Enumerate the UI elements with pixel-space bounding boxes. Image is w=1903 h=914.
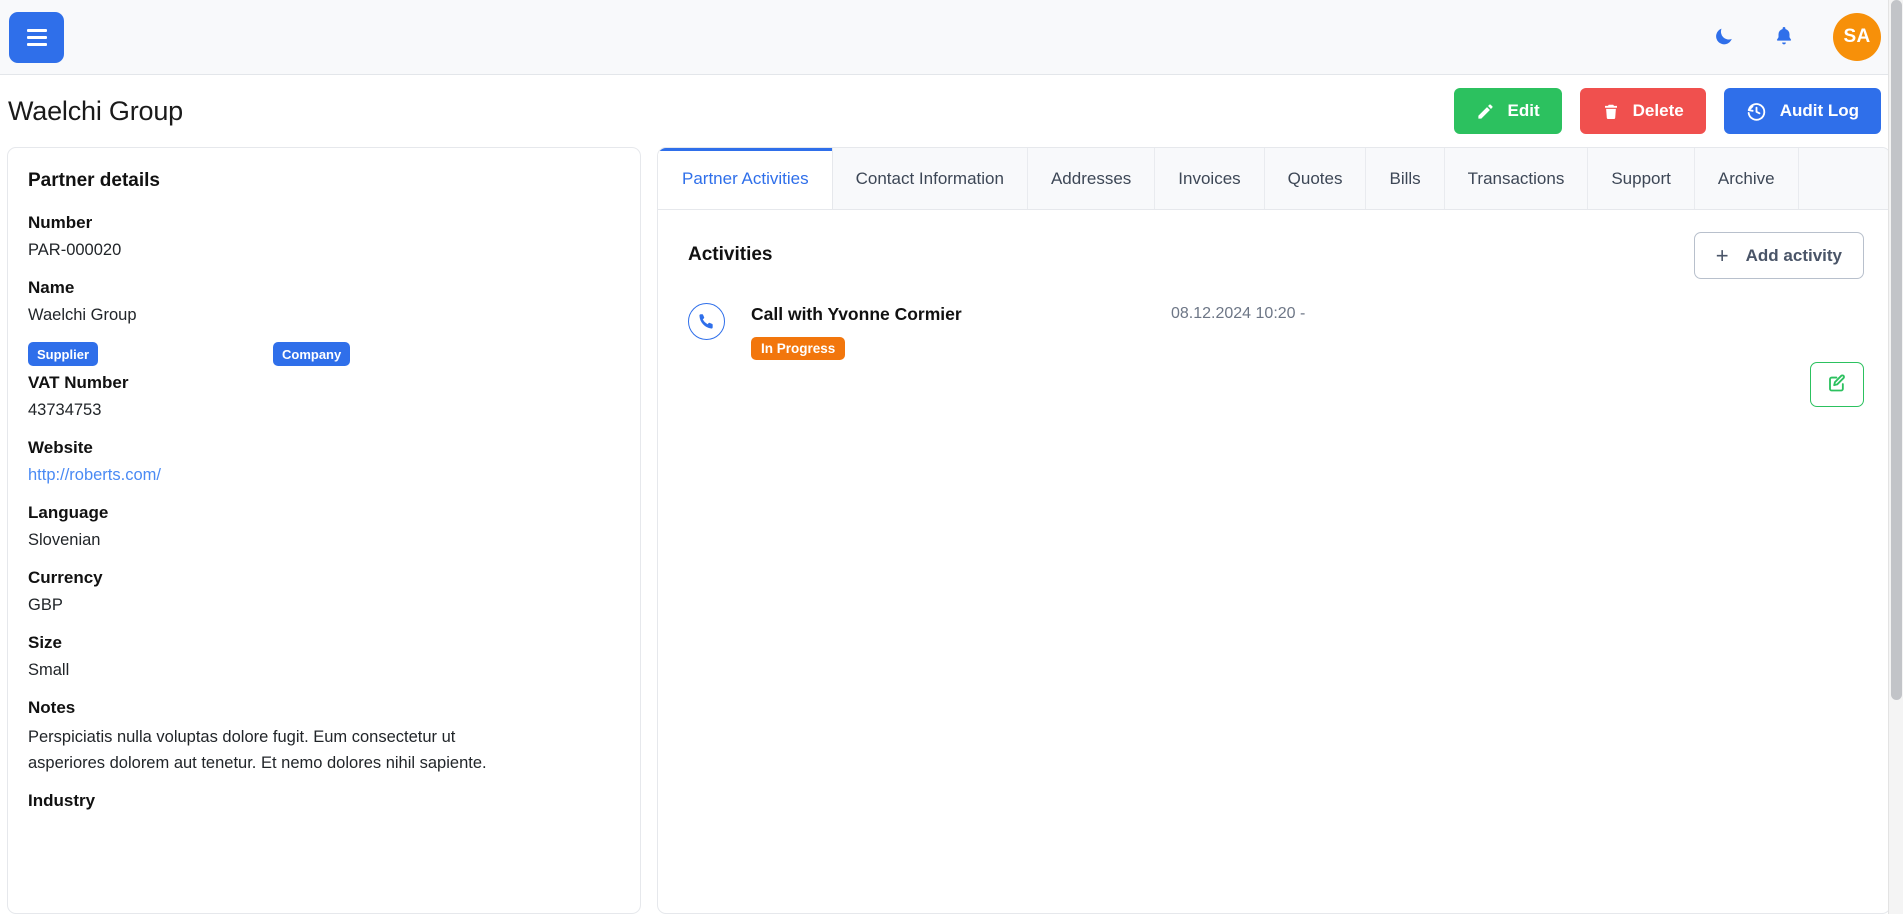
activity-list-item[interactable]: Call with Yvonne Cormier In Progress 08.… bbox=[688, 299, 1864, 409]
hamburger-icon bbox=[27, 29, 47, 46]
activities-panel: Activities + Add activity Call with Yvon… bbox=[658, 210, 1890, 913]
badge-company: Company bbox=[273, 342, 350, 366]
field-vat-number-value: 43734753 bbox=[28, 399, 620, 423]
field-language: Language Slovenian bbox=[28, 502, 620, 553]
field-vat-number: VAT Number 43734753 bbox=[28, 372, 620, 423]
page-action-buttons: Edit Delete Audit Log bbox=[1454, 88, 1881, 134]
tab-contact-information-label: Contact Information bbox=[856, 169, 1004, 189]
tab-addresses[interactable]: Addresses bbox=[1028, 148, 1155, 209]
tab-transactions[interactable]: Transactions bbox=[1445, 148, 1589, 209]
theme-toggle-button[interactable] bbox=[1713, 25, 1735, 50]
field-notes: Notes Perspiciatis nulla voluptas dolore… bbox=[28, 697, 620, 776]
field-name-value: Waelchi Group bbox=[28, 304, 620, 328]
tab-support-label: Support bbox=[1611, 169, 1671, 189]
topnav-right-group: SA bbox=[1713, 13, 1881, 61]
history-icon bbox=[1746, 101, 1767, 122]
field-notes-value: Perspiciatis nulla voluptas dolore fugit… bbox=[28, 724, 508, 776]
tab-partner-activities-label: Partner Activities bbox=[682, 169, 809, 189]
tab-quotes[interactable]: Quotes bbox=[1265, 148, 1367, 209]
activities-panel-header: Activities + Add activity bbox=[688, 232, 1864, 279]
page-scrollbar[interactable] bbox=[1888, 0, 1903, 914]
tab-invoices-label: Invoices bbox=[1178, 169, 1240, 189]
field-name-label: Name bbox=[28, 277, 620, 299]
tab-partner-activities[interactable]: Partner Activities bbox=[658, 148, 833, 209]
field-number-label: Number bbox=[28, 212, 620, 234]
field-name: Name Waelchi Group bbox=[28, 277, 620, 328]
activities-heading: Activities bbox=[688, 232, 772, 266]
tab-support[interactable]: Support bbox=[1588, 148, 1695, 209]
user-avatar[interactable]: SA bbox=[1833, 13, 1881, 61]
pencil-icon bbox=[1476, 102, 1495, 121]
edit-activity-button[interactable] bbox=[1810, 362, 1864, 407]
activity-status-badge: In Progress bbox=[751, 337, 845, 361]
page-header: Waelchi Group Edit Delete bbox=[0, 75, 1903, 147]
field-size-label: Size bbox=[28, 632, 620, 654]
activity-title: Call with Yvonne Cormier bbox=[751, 303, 1061, 326]
add-activity-button[interactable]: + Add activity bbox=[1694, 232, 1864, 279]
moon-icon bbox=[1713, 25, 1735, 50]
page-title: Waelchi Group bbox=[8, 96, 183, 127]
tab-invoices[interactable]: Invoices bbox=[1155, 148, 1264, 209]
field-language-label: Language bbox=[28, 502, 620, 524]
field-vat-number-label: VAT Number bbox=[28, 372, 620, 394]
trash-icon bbox=[1602, 102, 1620, 121]
tab-quotes-label: Quotes bbox=[1288, 169, 1343, 189]
field-size: Size Small bbox=[28, 632, 620, 683]
top-navigation-bar: SA bbox=[0, 0, 1903, 75]
phone-icon bbox=[688, 303, 725, 340]
tab-addresses-label: Addresses bbox=[1051, 169, 1131, 189]
page-scrollbar-thumb[interactable] bbox=[1891, 0, 1902, 700]
notifications-button[interactable] bbox=[1773, 24, 1795, 51]
audit-log-button-label: Audit Log bbox=[1780, 101, 1859, 121]
field-language-value: Slovenian bbox=[28, 529, 620, 553]
field-industry-label: Industry bbox=[28, 790, 620, 812]
bell-icon bbox=[1773, 24, 1795, 51]
field-currency-label: Currency bbox=[28, 567, 620, 589]
field-number: Number PAR-000020 bbox=[28, 212, 620, 263]
tab-bills-label: Bills bbox=[1389, 169, 1420, 189]
badge-supplier: Supplier bbox=[28, 342, 98, 366]
field-number-value: PAR-000020 bbox=[28, 239, 620, 263]
add-activity-button-label: Add activity bbox=[1746, 246, 1842, 266]
activity-date: 08.12.2024 10:20 - bbox=[1171, 305, 1305, 323]
activity-main: Call with Yvonne Cormier In Progress bbox=[751, 299, 1061, 360]
tab-transactions-label: Transactions bbox=[1468, 169, 1565, 189]
field-notes-label: Notes bbox=[28, 697, 620, 719]
partner-details-card: Partner details Number PAR-000020 Name W… bbox=[7, 147, 641, 914]
tab-bar: Partner Activities Contact Information A… bbox=[658, 148, 1890, 210]
tab-archive[interactable]: Archive bbox=[1695, 148, 1799, 209]
field-size-value: Small bbox=[28, 659, 620, 683]
plus-icon: + bbox=[1716, 245, 1729, 267]
field-website-label: Website bbox=[28, 437, 620, 459]
partner-badges: Supplier Company bbox=[28, 342, 620, 366]
field-website-link[interactable]: http://roberts.com/ bbox=[28, 466, 161, 484]
content-area: Partner details Number PAR-000020 Name W… bbox=[0, 147, 1903, 914]
tab-bills[interactable]: Bills bbox=[1366, 148, 1444, 209]
tab-contact-information[interactable]: Contact Information bbox=[833, 148, 1028, 209]
partner-tabs-card: Partner Activities Contact Information A… bbox=[657, 147, 1891, 914]
hamburger-menu-button[interactable] bbox=[9, 12, 64, 63]
field-website: Website http://roberts.com/ bbox=[28, 437, 620, 488]
app-root: SA Waelchi Group Edit De bbox=[0, 0, 1903, 914]
field-industry: Industry bbox=[28, 790, 620, 812]
delete-button[interactable]: Delete bbox=[1580, 88, 1706, 134]
delete-button-label: Delete bbox=[1633, 101, 1684, 121]
edit-square-icon bbox=[1827, 373, 1847, 396]
avatar-initials: SA bbox=[1844, 26, 1871, 48]
partner-details-heading: Partner details bbox=[28, 170, 620, 192]
field-currency-value: GBP bbox=[28, 594, 620, 618]
edit-button-label: Edit bbox=[1508, 101, 1540, 121]
activity-actions bbox=[1810, 299, 1864, 407]
field-currency: Currency GBP bbox=[28, 567, 620, 618]
edit-button[interactable]: Edit bbox=[1454, 88, 1562, 134]
audit-log-button[interactable]: Audit Log bbox=[1724, 88, 1881, 134]
tab-archive-label: Archive bbox=[1718, 169, 1775, 189]
